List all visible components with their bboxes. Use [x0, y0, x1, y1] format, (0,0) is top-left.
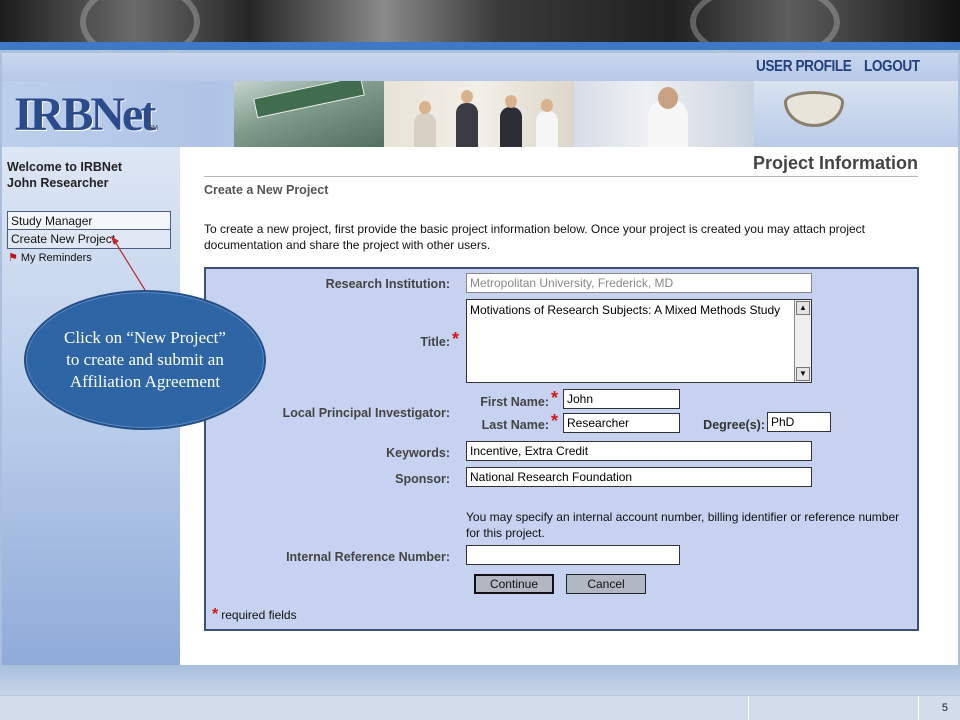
required-asterisk: *: [551, 388, 559, 408]
continue-button[interactable]: Continue: [474, 574, 554, 594]
title-divider: [204, 176, 918, 177]
institution-field[interactable]: Metropolitan University, Frederick, MD: [466, 273, 812, 293]
satellite-dish-photo: [754, 81, 958, 147]
last-name-field[interactable]: Researcher: [563, 413, 680, 433]
callout-text: Click on “New Project” to create and sub…: [64, 328, 226, 391]
footer-divider: [918, 696, 919, 720]
my-reminders-link[interactable]: ⚑ My Reminders: [8, 251, 92, 264]
sponsor-field[interactable]: National Research Foundation: [466, 467, 812, 487]
top-photo-strip: [0, 0, 960, 62]
slide-page-number: 5: [941, 702, 948, 714]
flag-icon: ⚑: [8, 252, 18, 264]
textarea-scrollbar[interactable]: ▲ ▼: [794, 300, 811, 382]
sidebar-item-create-new-project[interactable]: Create New Project: [7, 230, 171, 249]
scroll-down-arrow-icon[interactable]: ▼: [796, 367, 810, 381]
sidebar-item-study-manager[interactable]: Study Manager: [7, 211, 171, 230]
lab-photo: [574, 81, 754, 147]
footer-divider: [748, 696, 749, 720]
required-fields-label: required fields: [221, 608, 297, 622]
keywords-field[interactable]: Incentive, Extra Credit: [466, 441, 812, 461]
required-asterisk: *: [212, 606, 219, 623]
top-accent-bar: [0, 42, 960, 50]
first-name-field[interactable]: John: [563, 389, 680, 409]
required-asterisk: *: [551, 411, 559, 431]
welcome-text: Welcome to IRBNet: [7, 160, 123, 174]
street-sign-photo: [234, 81, 384, 147]
pi-label: Local Principal Investigator:: [282, 406, 450, 420]
required-fields-note: * required fields: [212, 606, 297, 624]
keywords-label: Keywords:: [386, 446, 450, 460]
scroll-up-arrow-icon[interactable]: ▲: [796, 301, 810, 315]
last-name-label: Last Name:: [481, 418, 549, 432]
degree-label: Degree(s):: [703, 418, 765, 432]
reference-field[interactable]: [466, 545, 680, 565]
header-nav: USER PROFILE LOGOUT: [2, 53, 958, 81]
sponsor-label: Sponsor:: [395, 472, 450, 486]
title-textarea[interactable]: Motivations of Research Subjects: A Mixe…: [466, 299, 812, 383]
reference-note: You may specify an internal account numb…: [466, 510, 900, 540]
side-menu: Study Manager Create New Project: [7, 211, 171, 249]
instruction-callout: Click on “New Project” to create and sub…: [24, 290, 266, 430]
header-banner: IRBNet TM: [2, 81, 958, 147]
institution-label: Research Institution:: [325, 277, 450, 291]
first-name-label: First Name:: [480, 395, 549, 409]
cancel-button[interactable]: Cancel: [566, 574, 646, 594]
user-profile-link[interactable]: USER PROFILE: [756, 58, 852, 76]
my-reminders-label: My Reminders: [20, 252, 92, 264]
page-title: Project Information: [752, 153, 918, 173]
meeting-photo: [384, 81, 574, 147]
title-label: Title:: [420, 335, 450, 349]
user-name: John Researcher: [7, 176, 109, 190]
footer-strip: 5: [0, 695, 960, 720]
project-form: Research Institution: Metropolitan Unive…: [204, 267, 919, 631]
title-text: Motivations of Research Subjects: A Mixe…: [470, 303, 781, 317]
section-subtitle: Create a New Project: [204, 183, 329, 197]
main-content: Project Information Create a New Project…: [180, 147, 958, 665]
degree-field[interactable]: PhD: [767, 412, 831, 432]
slide-footer: 5: [0, 665, 960, 720]
reference-label: Internal Reference Number:: [286, 550, 450, 564]
trademark-mark: TM: [148, 125, 159, 132]
welcome-block: Welcome to IRBNet John Researcher: [7, 159, 122, 191]
required-asterisk: *: [452, 329, 460, 349]
intro-text: To create a new project, first provide t…: [204, 222, 865, 252]
logout-link[interactable]: LOGOUT: [864, 58, 920, 76]
irbnet-logo: IRBNet: [14, 88, 156, 141]
